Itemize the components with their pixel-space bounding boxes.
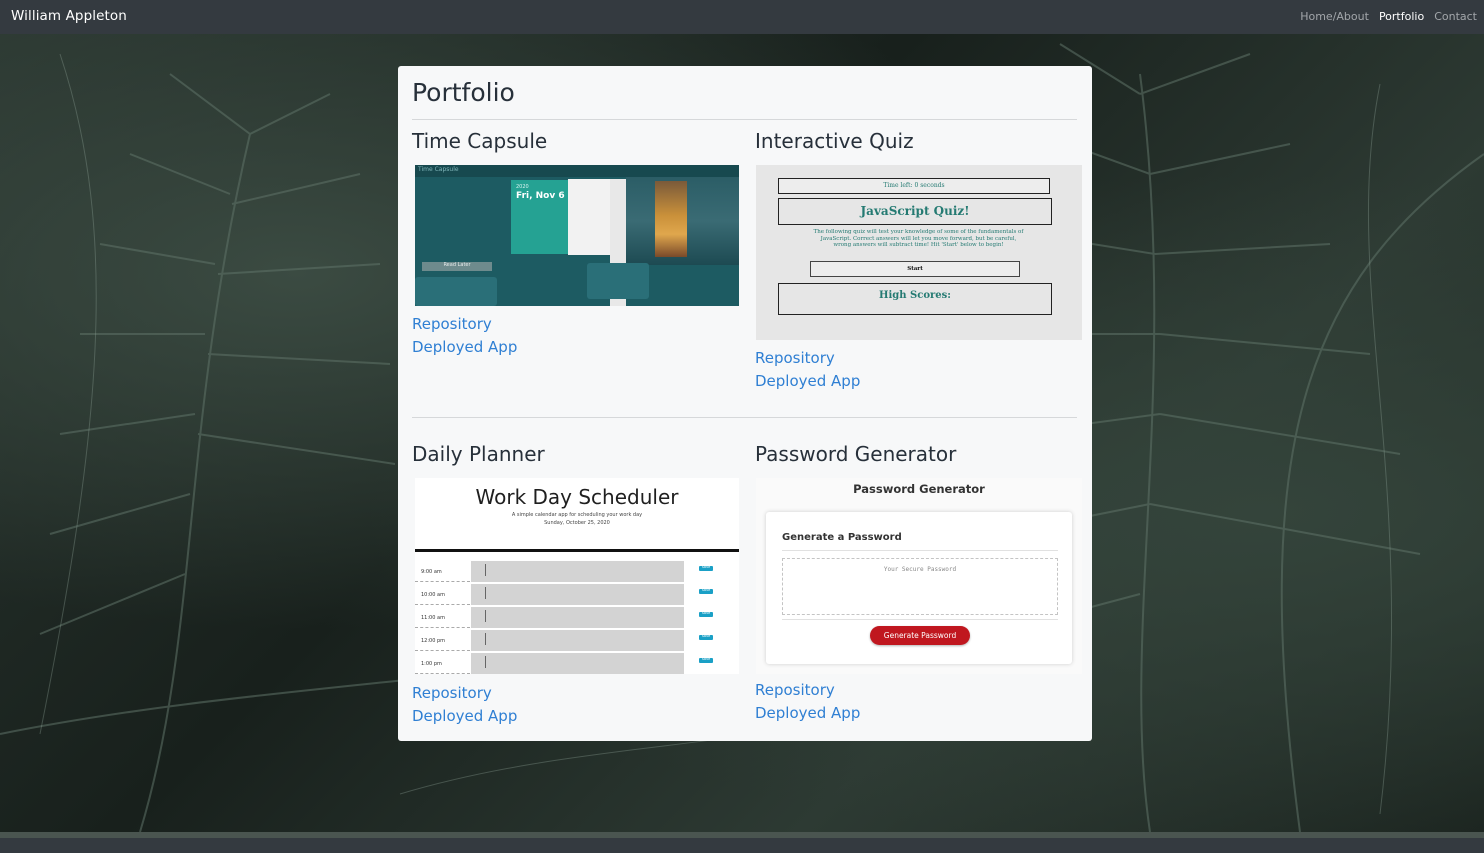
title-divider (412, 119, 1077, 120)
pw-placeholder: Your Secure Password (883, 566, 957, 573)
pl-row: 10:00 am Save (415, 584, 739, 606)
pw-output-area: Your Secure Password (782, 558, 1058, 615)
pw-card-divider (782, 550, 1058, 551)
pl-save-label: Save (701, 565, 711, 569)
pl-date: Sunday, October 25, 2020 (544, 520, 610, 526)
footer (0, 832, 1484, 853)
pl-row: 12:00 pm Save (415, 630, 739, 652)
quiz-deployed-link[interactable]: Deployed App (755, 372, 860, 390)
pl-hour-cell: 11:00 am (415, 607, 470, 628)
qz-heading: JavaScript Quiz! (860, 204, 970, 218)
tc-date-panel: 2020 Fri, Nov 6 (511, 180, 568, 254)
quiz-repository-link[interactable]: Repository (755, 349, 835, 367)
navbar: William Appleton Home/About Portfolio Co… (0, 0, 1484, 34)
pw-heading: Password Generator (853, 482, 985, 496)
pl-save-button: Save (699, 588, 713, 594)
pw-card: Generate a Password Your Secure Password… (766, 512, 1072, 664)
project-title-time-capsule: Time Capsule (412, 129, 548, 153)
qz-start-button: Start (810, 261, 1020, 277)
pl-task-cell (471, 630, 684, 651)
pl-hour-cell: 1:00 pm (415, 653, 470, 674)
planner-repository-link[interactable]: Repository (412, 684, 492, 702)
qz-scores-box: High Scores: (778, 283, 1052, 315)
pl-save-label: Save (701, 611, 711, 615)
pl-hour-cell: 10:00 am (415, 584, 470, 605)
password-deployed-link[interactable]: Deployed App (755, 704, 860, 722)
pl-save-button: Save (699, 611, 713, 617)
pl-rule (415, 549, 739, 552)
tc-info-box (415, 277, 497, 306)
tc-tower-image (655, 181, 687, 257)
pw-generate-button: Generate Password (870, 626, 970, 645)
tc-info-box-2 (587, 263, 649, 299)
tc-header (415, 165, 739, 177)
pl-hour-label: 12:00 pm (421, 638, 446, 644)
pl-hour-label: 9:00 am (421, 569, 442, 575)
pl-hour-label: 11:00 am (421, 615, 445, 621)
pl-save-button: Save (699, 657, 713, 663)
time-capsule-screenshot[interactable]: Time Capsule 2020 Fri, Nov 6 Read Later (415, 165, 739, 306)
pl-save-label: Save (701, 588, 711, 592)
pl-task-cell (471, 653, 684, 674)
qz-description: The following quiz will test your knowle… (813, 229, 1024, 248)
password-generator-screenshot[interactable]: Password Generator Generate a Password Y… (756, 478, 1082, 674)
tc-date-day: Fri, Nov 6 (516, 191, 565, 201)
interactive-quiz-screenshot[interactable]: Time left: 0 seconds JavaScript Quiz! Th… (756, 165, 1082, 340)
daily-planner-screenshot[interactable]: Work Day Scheduler A simple calendar app… (415, 478, 739, 674)
nav-link-contact[interactable]: Contact (1434, 10, 1477, 23)
section-divider (412, 417, 1077, 418)
project-title-daily-planner: Daily Planner (412, 442, 545, 466)
tc-app-title: Time Capsule (418, 166, 459, 173)
pw-card-divider (782, 619, 1058, 620)
portfolio-card: Portfolio Time Capsule Time Capsule 2020… (398, 66, 1092, 741)
qz-start-label: Start (907, 266, 923, 272)
time-capsule-repository-link[interactable]: Repository (412, 315, 492, 333)
planner-deployed-link[interactable]: Deployed App (412, 707, 517, 725)
project-title-password-generator: Password Generator (755, 442, 957, 466)
pl-save-label: Save (701, 657, 711, 661)
pl-task-cell (471, 584, 684, 605)
pl-task-cell (471, 607, 684, 628)
pl-save-label: Save (701, 634, 711, 638)
pl-row: 11:00 am Save (415, 607, 739, 629)
nav-links: Home/About Portfolio Contact (1300, 10, 1477, 23)
qz-timer-bar: Time left: 0 seconds (778, 178, 1050, 194)
pl-row: 1:00 pm Save (415, 653, 739, 674)
pl-hour-cell: 12:00 pm (415, 630, 470, 651)
pl-save-button: Save (699, 565, 713, 571)
password-repository-link[interactable]: Repository (755, 681, 835, 699)
nav-link-portfolio[interactable]: Portfolio (1379, 10, 1424, 23)
qz-heading-box: JavaScript Quiz! (778, 198, 1052, 225)
pl-subtitle: A simple calendar app for scheduling you… (511, 512, 643, 518)
pw-generate-label: Generate Password (883, 631, 957, 640)
pl-heading: Work Day Scheduler (475, 485, 679, 509)
pl-save-button: Save (699, 634, 713, 640)
pl-hour-label: 10:00 am (421, 592, 445, 598)
time-capsule-deployed-link[interactable]: Deployed App (412, 338, 517, 356)
project-title-interactive-quiz: Interactive Quiz (755, 129, 914, 153)
tc-read-later-label: Read Later (443, 262, 471, 268)
pl-row: 9:00 am Save (415, 561, 739, 583)
brand-link[interactable]: William Appleton (11, 8, 127, 24)
pl-hour-label: 1:00 pm (421, 661, 442, 667)
qz-timer-text: Time left: 0 seconds (883, 182, 945, 189)
pl-hour-cell: 9:00 am (415, 561, 470, 582)
pw-card-title: Generate a Password (782, 532, 902, 543)
qz-scores-heading: High Scores: (879, 290, 951, 301)
tc-read-later-button: Read Later (422, 262, 492, 271)
nav-link-home-about[interactable]: Home/About (1300, 10, 1369, 23)
page-title: Portfolio (412, 78, 515, 107)
pl-task-cell (471, 561, 684, 582)
tc-date-year: 2020 (516, 184, 529, 190)
